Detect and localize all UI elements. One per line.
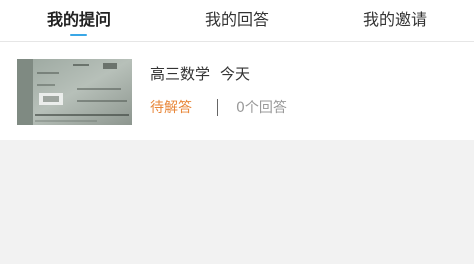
active-tab-indicator [70, 34, 87, 36]
status-divider [217, 99, 218, 116]
question-thumbnail [17, 59, 132, 125]
question-title-row: 高三数学 今天 [150, 64, 250, 84]
question-subject: 高三数学 [150, 65, 211, 83]
question-time: 今天 [220, 65, 251, 83]
tab-my-invitations[interactable]: 我的邀请 [316, 0, 474, 41]
question-status: 待解答 [150, 100, 192, 116]
tab-bar: 我的提问 我的回答 我的邀请 [0, 0, 474, 42]
answer-count: 0个回答 [236, 100, 287, 116]
tab-my-answers[interactable]: 我的回答 [158, 0, 316, 41]
question-list-item[interactable]: 高三数学 今天 待解答 0个回答 [0, 42, 474, 140]
